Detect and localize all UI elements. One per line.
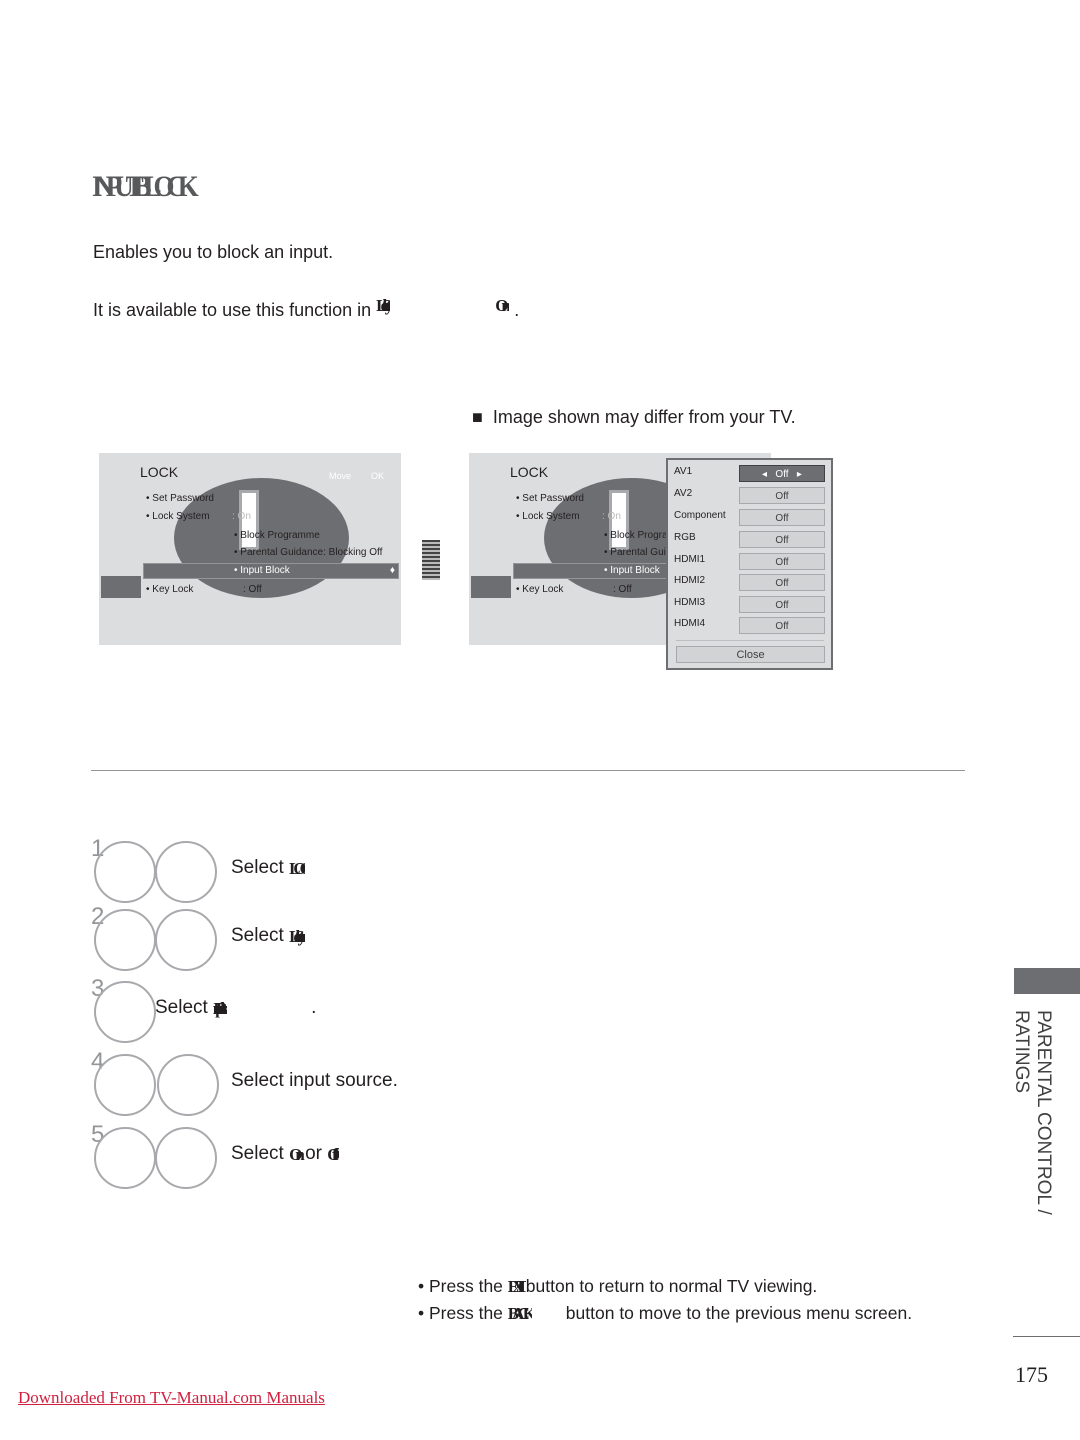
intro-text: Enables you to block an input. [93, 242, 334, 262]
menu-item-selected[interactable]: • Input Block [513, 563, 669, 579]
menu-item-selected[interactable]: • Input Block ♦ [143, 563, 399, 579]
menu-item: • Parental Gui [604, 547, 666, 558]
section-divider [91, 770, 965, 771]
input-block-toggle[interactable]: Off [739, 617, 825, 634]
menu-item: • Set Password [146, 493, 214, 504]
step-text: Select LOCK [231, 857, 305, 878]
availability-prefix: It is available to use this function in [93, 300, 372, 320]
input-source-label: HDMI4 [674, 618, 706, 629]
remote-button-icon [155, 841, 217, 903]
step-text: Select On or Off [231, 1143, 338, 1164]
remote-button-icon [94, 1127, 156, 1189]
section-label: PARENTAL CONTROL / RATINGS [1011, 1010, 1054, 1215]
remote-button-icon [94, 909, 156, 971]
menu-heading: LOCK [140, 464, 179, 480]
divider [676, 640, 824, 641]
input-block-toggle[interactable]: Off [739, 596, 825, 613]
availability-text: It is available to use this function in … [93, 296, 519, 321]
close-button[interactable]: Close [676, 646, 825, 663]
move-hint: Move [329, 471, 352, 481]
menu-item: • Key Lock [516, 584, 564, 595]
side-tab [471, 576, 511, 598]
ok-hint: OK [371, 471, 385, 481]
input-block-toggle[interactable]: Off [739, 487, 825, 504]
menu-item: • Key Lock [146, 584, 194, 595]
remote-button-icon [155, 909, 217, 971]
menu-item: • Lock System [516, 511, 580, 522]
menu-item: • Set Password [516, 493, 584, 504]
availability-suffix: . [514, 300, 520, 320]
input-block-toggle[interactable]: Off [739, 574, 825, 591]
input-block-toggle[interactable]: ◂ Off ▸ [739, 465, 825, 482]
tip-exit: • Press the EXIT button to return to norm… [418, 1276, 818, 1296]
input-source-label: RGB [674, 532, 696, 543]
availability-mode: Lock System [376, 296, 390, 315]
menu-item: • Block Progra [604, 530, 668, 541]
page-number: 175 [1015, 1362, 1048, 1387]
arrow-icon [422, 540, 440, 580]
input-source-label: HDMI2 [674, 575, 706, 586]
page-title: INPUT BLOCK [92, 170, 199, 203]
input-block-popup: Close AV1 ◂ Off ▸ AV2 Off Component Off RGB Off… [666, 458, 833, 670]
remote-button-icon [94, 841, 156, 903]
lock-menu-screenshot: LOCK Move OK • Set Password • Lock Syste… [99, 453, 401, 645]
menu-item: • Parental Guidance: Blocking Off [234, 547, 383, 558]
right-arrow-icon[interactable]: ▸ [797, 469, 802, 480]
step-text: Select Lock System [231, 925, 306, 946]
step-text: Select Input Block. [155, 997, 317, 1018]
input-block-toggle[interactable]: Off [739, 509, 825, 526]
menu-item: • Lock System [146, 511, 210, 522]
image-note: ■ Image shown may differ from your TV. [472, 407, 796, 427]
footer-link[interactable]: Downloaded From TV-Manual.com Manuals [18, 1388, 325, 1408]
image-note-text: Image shown may differ from your TV. [492, 407, 796, 427]
side-tab [101, 576, 141, 598]
input-source-label: AV2 [674, 488, 693, 499]
remote-button-icon [94, 1054, 156, 1116]
menu-value: : On [602, 511, 621, 522]
menu-value: : On [232, 511, 251, 522]
input-block-toggle[interactable]: Off [739, 553, 825, 570]
remote-button-icon [157, 1054, 219, 1116]
input-source-label: AV1 [674, 466, 693, 477]
remote-button-icon [155, 1127, 217, 1189]
left-arrow-icon[interactable]: ◂ [762, 469, 767, 480]
availability-mode2: On [495, 296, 509, 315]
remote-button-icon [94, 981, 156, 1043]
page-number-rule [1013, 1336, 1080, 1337]
menu-heading: LOCK [510, 464, 549, 480]
input-source-label: HDMI1 [674, 554, 706, 565]
input-source-label: HDMI3 [674, 597, 706, 608]
section-tab [1014, 968, 1080, 994]
menu-value: : Off [613, 584, 632, 595]
tip-back: • Press the BACK button to move to the pr… [418, 1303, 913, 1323]
step-text: Select input source. [231, 1070, 398, 1091]
input-source-label: Component [674, 510, 726, 521]
menu-item: • Block Programme [234, 530, 320, 541]
menu-value: : Off [243, 584, 262, 595]
input-block-toggle[interactable]: Off [739, 531, 825, 548]
